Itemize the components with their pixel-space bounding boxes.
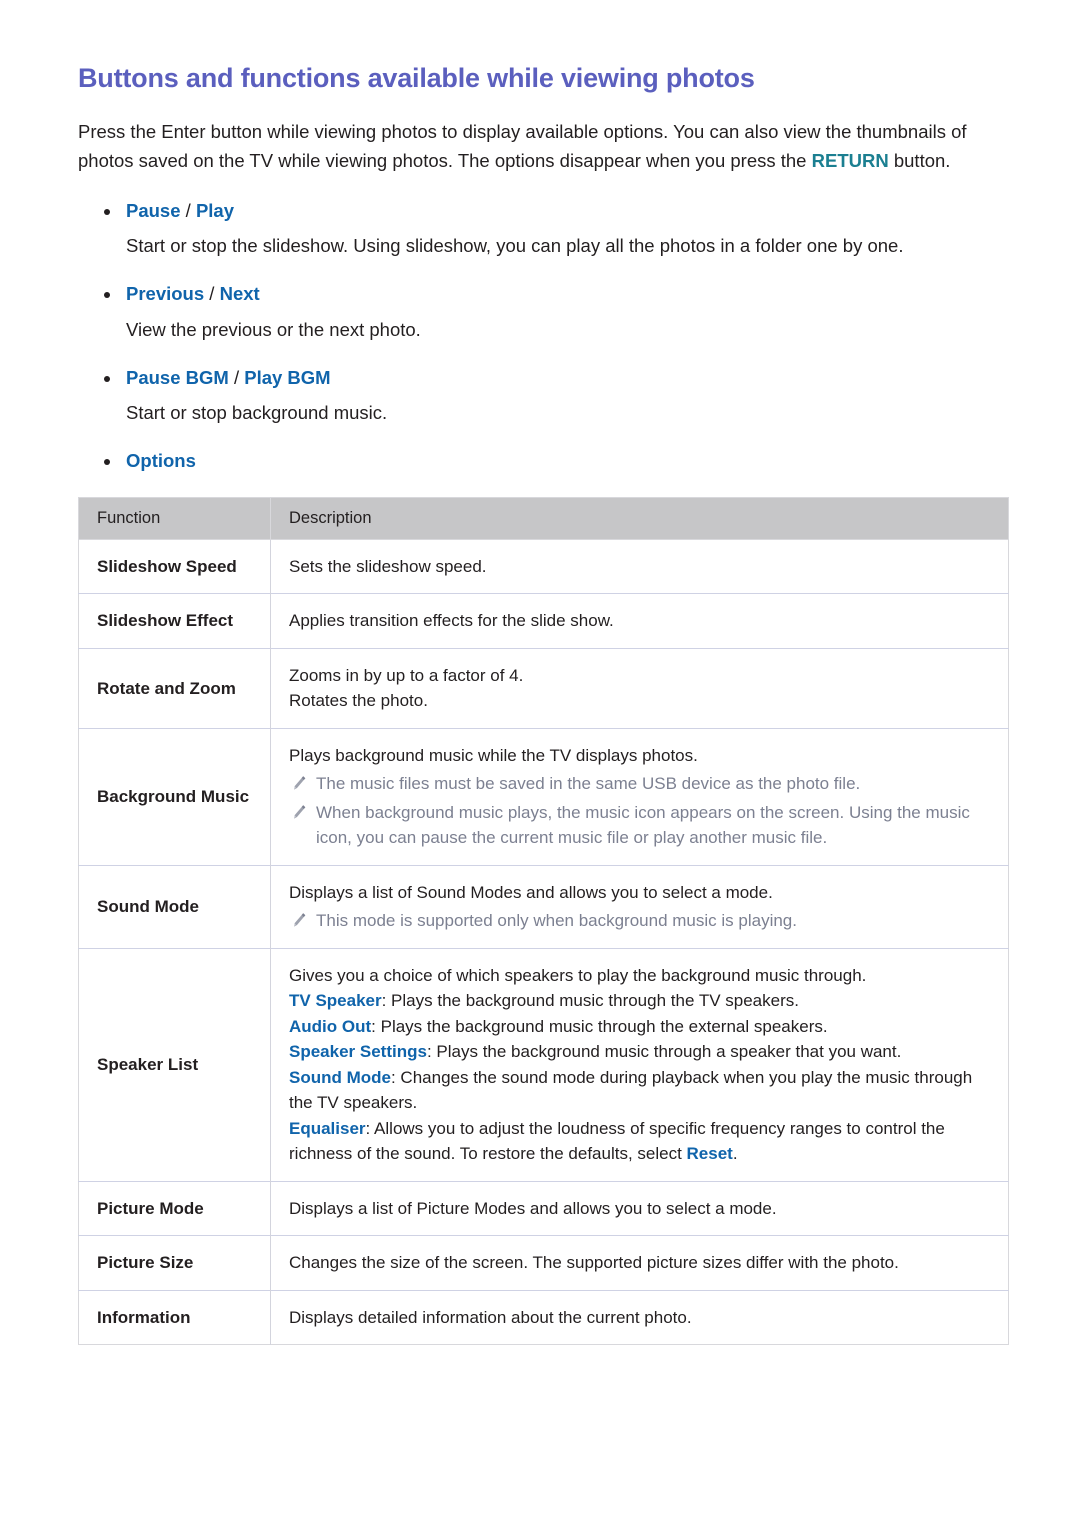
function-name-speaker-list[interactable]: Speaker List	[78, 947, 271, 1182]
table-row: Sound Mode Displays a list of Sound Mode…	[78, 864, 1009, 949]
column-header-description: Description	[270, 497, 1009, 540]
bullet-item-options: Options	[78, 447, 1008, 475]
bullet-term-a: Pause	[126, 199, 181, 221]
page-title: Buttons and functions available while vi…	[78, 63, 755, 93]
bullet-description: View the previous or the next photo.	[126, 318, 421, 340]
note-item: When background music plays, the music i…	[289, 800, 994, 851]
table-row: Picture Size Changes the size of the scr…	[78, 1235, 1009, 1291]
description-cell: Applies transition effects for the slide…	[270, 593, 1009, 649]
document-page: Buttons and functions available while vi…	[0, 0, 1080, 1527]
bullet-term-b: Play BGM	[244, 366, 331, 388]
description-cell: Changes the size of the screen. The supp…	[270, 1235, 1009, 1291]
function-name-picture-mode[interactable]: Picture Mode	[78, 1180, 271, 1236]
description-cell: Displays a list of Sound Modes and allow…	[270, 864, 1009, 949]
description-line: Sets the slideshow speed.	[289, 556, 487, 576]
description-line: Rotates the photo.	[289, 691, 428, 711]
pencil-icon	[291, 774, 307, 791]
bullet-term-b: Next	[219, 283, 260, 305]
description-cell: Sets the slideshow speed.	[270, 538, 1009, 594]
bullet-term-a: Pause BGM	[126, 366, 229, 388]
bullet-item-pause-bgm-play-bgm: Pause BGM / Play BGM Start or stop backg…	[78, 364, 1008, 428]
option-text: : Plays the background music through the…	[371, 1016, 828, 1036]
speaker-option-speaker-settings: Speaker Settings: Plays the background m…	[289, 1039, 994, 1065]
bullet-heading: Pause / Play	[78, 197, 1008, 225]
option-term: Speaker Settings	[289, 1042, 427, 1062]
speaker-option-audio-out: Audio Out: Plays the background music th…	[289, 1014, 994, 1040]
option-term: Equaliser	[289, 1118, 366, 1138]
table-row: Slideshow Effect Applies transition effe…	[78, 593, 1009, 649]
option-text-before: : Allows you to adjust the loudness of s…	[289, 1118, 945, 1164]
description-cell: Zooms in by up to a factor of 4. Rotates…	[270, 647, 1009, 729]
bullet-separator: /	[228, 366, 245, 388]
option-text-after: .	[732, 1144, 738, 1164]
speaker-option-tv-speaker: TV Speaker: Plays the background music t…	[289, 988, 994, 1014]
pencil-icon	[291, 803, 307, 820]
table-row: Picture Mode Displays a list of Picture …	[78, 1180, 1009, 1236]
description-cell: Gives you a choice of which speakers to …	[270, 947, 1009, 1182]
bullet-separator: /	[204, 283, 220, 305]
description-line: Gives you a choice of which speakers to …	[289, 965, 867, 985]
option-text: : Plays the background music through the…	[381, 991, 799, 1011]
bullet-item-pause-play: Pause / Play Start or stop the slideshow…	[78, 197, 1008, 261]
description-line: Zooms in by up to a factor of 4.	[289, 665, 524, 685]
bullet-description: Start or stop the slideshow. Using slide…	[126, 235, 904, 257]
function-name-rotate-and-zoom[interactable]: Rotate and Zoom	[78, 647, 271, 729]
table-row: Information Displays detailed informatio…	[78, 1289, 1009, 1345]
function-name-picture-size[interactable]: Picture Size	[78, 1235, 271, 1291]
options-table: Function Description Slideshow Speed Set…	[78, 496, 1009, 1346]
table-row: Slideshow Speed Sets the slideshow speed…	[78, 538, 1009, 594]
reset-keyword: Reset	[686, 1144, 733, 1164]
speaker-option-sound-mode: Sound Mode: Changes the sound mode durin…	[289, 1065, 994, 1116]
description-line: Displays a list of Sound Modes and allow…	[289, 882, 773, 902]
bullet-description: Start or stop background music.	[126, 402, 388, 424]
option-text: : Changes the sound mode during playback…	[289, 1067, 973, 1113]
function-name-sound-mode[interactable]: Sound Mode	[78, 864, 271, 949]
description-cell: Plays background music while the TV disp…	[270, 727, 1009, 866]
function-name-background-music[interactable]: Background Music	[78, 727, 271, 866]
note-text: When background music plays, the music i…	[316, 802, 970, 848]
pencil-icon	[291, 911, 307, 928]
option-term: TV Speaker	[289, 991, 382, 1011]
table-header-row: Function Description	[78, 497, 1009, 540]
option-term: Sound Mode	[289, 1067, 391, 1087]
bullet-term-b: Play	[195, 199, 234, 221]
table-row: Background Music Plays background music …	[78, 727, 1009, 866]
bullet-term-a: Options	[126, 450, 196, 472]
return-keyword: RETURN	[811, 149, 889, 171]
intro-text-after: button.	[888, 149, 951, 171]
description-line: Applies transition effects for the slide…	[289, 611, 614, 631]
option-term: Audio Out	[289, 1016, 372, 1036]
bullet-item-previous-next: Previous / Next View the previous or the…	[78, 280, 1008, 344]
bullet-heading: Previous / Next	[78, 280, 1008, 308]
function-name-slideshow-effect[interactable]: Slideshow Effect	[78, 593, 271, 649]
description-line: Displays a list of Picture Modes and all…	[289, 1198, 777, 1218]
speaker-option-equaliser: Equaliser: Allows you to adjust the loud…	[289, 1116, 994, 1167]
description-line: Changes the size of the screen. The supp…	[289, 1253, 899, 1273]
intro-paragraph: Press the Enter button while viewing pho…	[78, 118, 996, 174]
bullet-separator: /	[180, 199, 196, 221]
function-name-slideshow-speed[interactable]: Slideshow Speed	[78, 538, 271, 594]
options-bullet-list: Pause / Play Start or stop the slideshow…	[78, 197, 1008, 475]
description-line: Plays background music while the TV disp…	[289, 745, 698, 765]
note-item: This mode is supported only when backgro…	[289, 908, 994, 934]
bullet-heading: Options	[78, 447, 1008, 475]
column-header-function: Function	[78, 497, 271, 540]
note-text: The music files must be saved in the sam…	[316, 774, 861, 794]
table-row: Speaker List Gives you a choice of which…	[78, 947, 1009, 1182]
bullet-term-a: Previous	[126, 283, 205, 305]
description-cell: Displays detailed information about the …	[270, 1289, 1009, 1345]
option-text: : Plays the background music through a s…	[426, 1042, 902, 1062]
table-row: Rotate and Zoom Zooms in by up to a fact…	[78, 647, 1009, 729]
bullet-heading: Pause BGM / Play BGM	[78, 364, 1008, 392]
description-line: Displays detailed information about the …	[289, 1307, 692, 1327]
function-name-information[interactable]: Information	[78, 1289, 271, 1345]
description-cell: Displays a list of Picture Modes and all…	[270, 1180, 1009, 1236]
note-item: The music files must be saved in the sam…	[289, 771, 994, 797]
note-text: This mode is supported only when backgro…	[316, 911, 797, 931]
